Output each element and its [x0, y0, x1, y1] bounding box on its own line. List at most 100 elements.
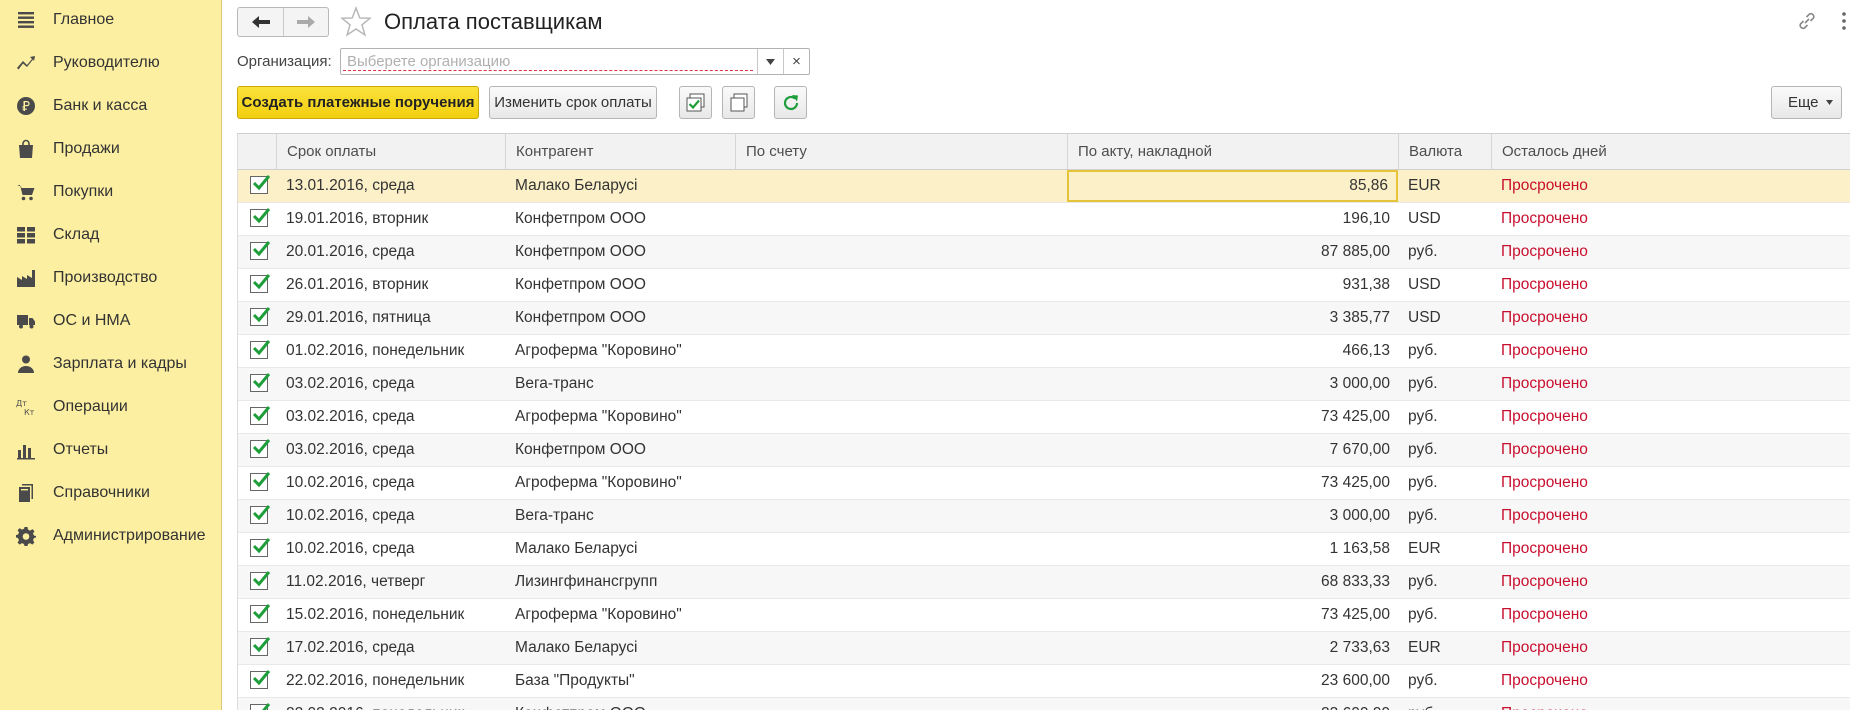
cell-due-date: 03.02.2016, среда [286, 375, 415, 392]
refresh-button[interactable] [774, 86, 807, 119]
checkmark-icon [252, 208, 271, 224]
cell-by-act: 931,38 [1342, 276, 1390, 293]
table-row[interactable]: 11.02.2016, четверг Лизингфинансгрупп 68 8… [238, 566, 1850, 599]
cell-contractor: Вега-транс [515, 375, 594, 392]
column-header-check[interactable] [238, 134, 276, 169]
favorite-star-icon[interactable] [340, 6, 372, 38]
cell-by-invoice [735, 599, 1067, 631]
row-checkbox[interactable] [250, 274, 271, 293]
table-row[interactable]: 10.02.2016, среда Вега-транс 3 000,00 руб. П… [238, 500, 1850, 533]
column-header-contractor[interactable]: Контрагент [505, 134, 735, 169]
sidebar-item-bank[interactable]: Банк и касса [0, 86, 221, 126]
row-checkbox[interactable] [250, 505, 271, 524]
organization-dropdown-button[interactable] [757, 49, 783, 74]
table-row[interactable]: 19.01.2016, вторник Конфетпром ООО 196,10 U… [238, 203, 1850, 236]
cell-currency: USD [1408, 276, 1441, 293]
sidebar-item-purchases[interactable]: Покупки [0, 172, 221, 212]
row-checkbox[interactable] [250, 406, 271, 425]
table-row[interactable]: 15.02.2016, понедельник Агроферма "Корови… [238, 599, 1850, 632]
uncheck-all-button[interactable] [722, 86, 755, 119]
column-header-days-left[interactable]: Осталось дней [1491, 134, 1850, 169]
more-button[interactable]: Еще [1771, 86, 1842, 119]
cell-by-act: 73 425,00 [1321, 408, 1390, 425]
arrow-left-icon [251, 16, 270, 28]
row-checkbox[interactable] [250, 439, 271, 458]
shopping-cart-icon [15, 181, 37, 203]
table-row[interactable]: 22.02.2016, понедельникКонфетпром ООО 23 … [238, 698, 1850, 710]
checkmark-icon [252, 670, 271, 686]
column-header-currency[interactable]: Валюта [1398, 134, 1491, 169]
row-checkbox[interactable] [250, 538, 271, 557]
sidebar-item-production[interactable]: Производство [0, 258, 221, 298]
row-checkbox[interactable] [250, 340, 271, 359]
row-checkbox[interactable] [250, 604, 271, 623]
table-row[interactable]: 26.01.2016, вторник Конфетпром ООО 931,38 U… [238, 269, 1850, 302]
create-payment-orders-button[interactable]: Создать платежные поручения [237, 86, 479, 119]
column-header-by-act[interactable]: По акту, накладной [1067, 134, 1398, 169]
row-checkbox[interactable] [250, 175, 271, 194]
sidebar-item-warehouse[interactable]: Склад [0, 215, 221, 255]
table-row[interactable]: 03.02.2016, среда Агроферма "Коровино" 73 … [238, 401, 1850, 434]
table-row[interactable]: 29.01.2016, пятница Конфетпром ООО 3 385,7… [238, 302, 1850, 335]
sidebar-item-director[interactable]: Руководителю [0, 43, 221, 83]
table-row[interactable]: 22.02.2016, понедельник База "Продукты" 23… [238, 665, 1850, 698]
cell-contractor: Лизингфинансгрупп [515, 573, 658, 590]
link-icon[interactable] [1796, 10, 1818, 32]
page-title: Оплата поставщикам [384, 9, 603, 34]
change-payment-date-button[interactable]: Изменить срок оплаты [489, 86, 657, 119]
cell-days-left: Просрочено [1501, 210, 1588, 227]
checkmark-icon [252, 637, 271, 653]
table-row[interactable]: 20.01.2016, среда Конфетпром ООО 87 885,00… [238, 236, 1850, 269]
cell-by-invoice [735, 533, 1067, 565]
more-vertical-icon[interactable] [1839, 10, 1849, 32]
organization-input[interactable] [343, 49, 753, 71]
row-checkbox[interactable] [250, 307, 271, 326]
sidebar-item-salary[interactable]: Зарплата и кадры [0, 344, 221, 384]
table-row[interactable]: 03.02.2016, среда Вега-транс 3 000,00 руб. П… [238, 368, 1850, 401]
sidebar-item-reports[interactable]: Отчеты [0, 430, 221, 470]
cell-due-date: 22.02.2016, понедельник [276, 698, 505, 710]
check-all-button[interactable] [679, 86, 712, 119]
sidebar-item-catalogs[interactable]: Справочники [0, 473, 221, 513]
cell-by-invoice [735, 368, 1067, 400]
cell-by-act[interactable]: 85,86 [1067, 170, 1398, 202]
table-row[interactable]: 03.02.2016, среда Конфетпром ООО 7 670,00 р… [238, 434, 1850, 467]
checkmark-icon [255, 703, 271, 710]
row-checkbox[interactable] [250, 241, 271, 260]
cell-currency: руб. [1408, 408, 1438, 425]
main-area: Оплата поставщикам Организация: × Создат… [223, 0, 1850, 710]
table-row[interactable]: 10.02.2016, среда Малако Беларусі 1 163,58… [238, 533, 1850, 566]
sidebar-item-assets[interactable]: ОС и НМА [0, 301, 221, 341]
table-header: Срок оплаты Контрагент По счету По акту,… [238, 134, 1850, 170]
row-checkbox[interactable] [250, 637, 271, 656]
cell-by-act: 196,10 [1342, 210, 1390, 227]
books-icon [15, 482, 37, 504]
organization-clear-button[interactable]: × [783, 49, 809, 74]
table-row[interactable]: 10.02.2016, среда Агроферма "Коровино" 73 … [238, 467, 1850, 500]
forward-button[interactable] [283, 8, 328, 36]
cell-currency: руб. [1408, 474, 1438, 491]
sidebar-item-main[interactable]: Главное [0, 0, 221, 40]
row-checkbox[interactable] [250, 373, 271, 392]
row-checkbox[interactable] [250, 703, 271, 710]
sidebar-item-label: Справочники [53, 484, 150, 501]
sidebar-item-admin[interactable]: Администрирование [0, 516, 221, 556]
row-checkbox[interactable] [250, 472, 271, 491]
sidebar-item-operations[interactable]: Дт Кт Операции [0, 387, 221, 427]
sidebar-item-sales[interactable]: Продажи [0, 129, 221, 169]
column-header-by-invoice[interactable]: По счету [735, 134, 1067, 169]
cell-currency: EUR [1408, 540, 1441, 557]
cell-days-left: Просрочено [1501, 672, 1588, 689]
cell-due-date: 20.01.2016, среда [286, 243, 415, 260]
row-checkbox[interactable] [250, 208, 271, 227]
cell-by-act: 68 833,33 [1321, 573, 1390, 590]
column-header-due-date[interactable]: Срок оплаты [276, 134, 505, 169]
sidebar-item-label: Покупки [53, 183, 114, 200]
menu-lines-icon [15, 9, 37, 31]
table-row[interactable]: 17.02.2016, среда Малако Беларусі 2 733,63… [238, 632, 1850, 665]
table-row[interactable]: 13.01.2016, среда Малако Беларусі 85,86 EUR… [238, 170, 1850, 203]
table-row[interactable]: 01.02.2016, понедельник Агроферма "Корови… [238, 335, 1850, 368]
back-button[interactable] [238, 8, 283, 36]
row-checkbox[interactable] [250, 571, 271, 590]
row-checkbox[interactable] [250, 670, 271, 689]
